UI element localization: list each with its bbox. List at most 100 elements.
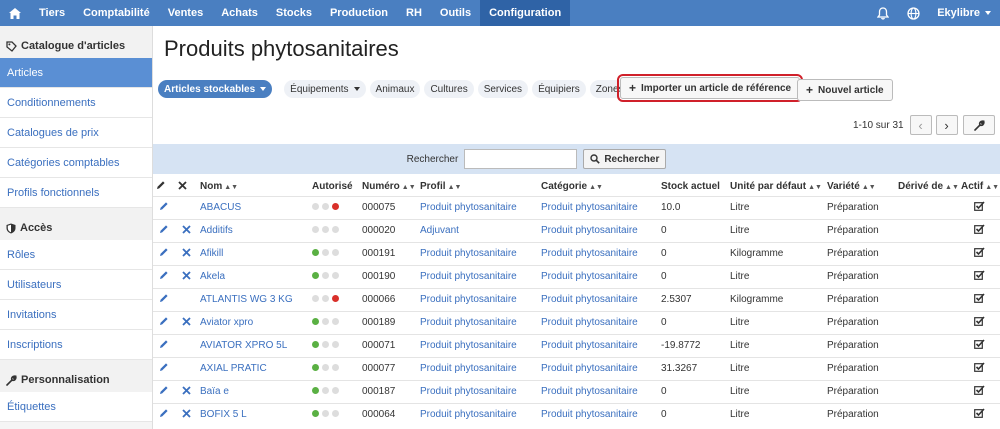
edit-button[interactable]	[153, 195, 175, 219]
nav-item-configuration[interactable]: Configuration	[480, 0, 571, 26]
nav-item-outils[interactable]: Outils	[431, 0, 480, 26]
delete-icon[interactable]	[181, 270, 191, 283]
article-name-link[interactable]: Additifs	[197, 218, 309, 242]
delete-icon[interactable]	[181, 409, 191, 421]
globe-icon[interactable]	[898, 0, 928, 26]
delete-icon[interactable]	[181, 385, 191, 398]
user-menu[interactable]: Ekylibre	[928, 0, 1000, 26]
article-name-link[interactable]: BOFIX 5 L	[197, 402, 309, 426]
category-link[interactable]: Produit phytosanitaire	[538, 333, 658, 357]
filter-equipiers[interactable]: Équipiers	[532, 80, 586, 98]
article-name-link[interactable]: Afikill	[197, 241, 309, 265]
filter-equipements[interactable]: Équipements	[284, 80, 366, 98]
delete-icon[interactable]	[181, 224, 191, 237]
column-header-nom[interactable]: Nom ▲▼	[197, 178, 309, 196]
delete-cell[interactable]	[175, 379, 197, 403]
sidebar-item-articles[interactable]: Articles	[0, 58, 152, 88]
nav-item-comptabilite[interactable]: Comptabilité	[74, 0, 159, 26]
filter-cultures[interactable]: Cultures	[424, 80, 474, 98]
edit-button[interactable]	[153, 356, 175, 380]
article-name-link[interactable]: Baïa e	[197, 379, 309, 403]
filter-services[interactable]: Services	[477, 80, 529, 98]
filter-label: Articles stockables	[164, 83, 256, 95]
column-header-label: Dérivé de	[898, 181, 944, 193]
category-link[interactable]: Produit phytosanitaire	[538, 310, 658, 334]
category-link[interactable]: Produit phytosanitaire	[538, 218, 658, 242]
previous-page-button[interactable]: ‹	[909, 115, 932, 135]
delete-cell[interactable]	[175, 264, 197, 288]
sidebar-item-profils-fonctionnels[interactable]: Profils fonctionnels	[0, 178, 152, 208]
edit-button[interactable]	[153, 310, 175, 334]
status-dot	[322, 318, 329, 325]
article-name-link[interactable]: ATLANTIS WG 3 KG	[197, 287, 309, 311]
sidebar-item-etiquettes[interactable]: Étiquettes	[0, 392, 152, 422]
delete-icon[interactable]	[181, 247, 191, 260]
delete-cell[interactable]	[175, 218, 197, 242]
bell-icon[interactable]	[868, 0, 898, 26]
profile-link[interactable]: Produit phytosanitaire	[417, 310, 538, 334]
nav-item-ventes[interactable]: Ventes	[159, 0, 212, 26]
article-name-link[interactable]: Akela	[197, 264, 309, 288]
filter-articles-stockables[interactable]: Articles stockables	[158, 80, 273, 98]
filter-animaux[interactable]: Animaux	[369, 80, 421, 98]
profile-link[interactable]: Produit phytosanitaire	[417, 241, 538, 265]
category-link[interactable]: Produit phytosanitaire	[538, 241, 658, 265]
sidebar-item-catalogues-de-prix[interactable]: Catalogues de prix	[0, 118, 152, 148]
column-header-variete[interactable]: Variété ▲▼	[824, 178, 895, 196]
category-link[interactable]: Produit phytosanitaire	[538, 264, 658, 288]
edit-button[interactable]	[153, 218, 175, 242]
sidebar-item-inscriptions[interactable]: Inscriptions	[0, 330, 152, 360]
nav-item-stocks[interactable]: Stocks	[267, 0, 321, 26]
edit-button[interactable]	[153, 287, 175, 311]
nav-item-achats[interactable]: Achats	[212, 0, 267, 26]
pagination: 1-10 sur 31 ‹ ›	[853, 115, 958, 135]
article-name-link[interactable]: Aviator xpro	[197, 310, 309, 334]
nav-item-tiers[interactable]: Tiers	[30, 0, 74, 26]
edit-button[interactable]	[153, 264, 175, 288]
category-link[interactable]: Produit phytosanitaire	[538, 402, 658, 426]
profile-link[interactable]: Adjuvant	[417, 218, 538, 242]
profile-link[interactable]: Produit phytosanitaire	[417, 287, 538, 311]
search-button[interactable]: Rechercher	[583, 149, 667, 169]
next-page-button[interactable]: ›	[935, 115, 958, 135]
new-article-button[interactable]: + Nouvel article	[797, 79, 893, 101]
profile-link[interactable]: Produit phytosanitaire	[417, 402, 538, 426]
edit-button[interactable]	[153, 379, 175, 403]
column-header-profil[interactable]: Profil ▲▼	[417, 178, 538, 196]
article-name-link[interactable]: AVIATOR XPRO 5L	[197, 333, 309, 357]
edit-button[interactable]	[153, 333, 175, 357]
search-input[interactable]	[464, 149, 578, 169]
delete-cell[interactable]	[175, 402, 197, 426]
nav-item-rh[interactable]: RH	[397, 0, 431, 26]
nav-item-production[interactable]: Production	[321, 0, 397, 26]
profile-link[interactable]: Produit phytosanitaire	[417, 356, 538, 380]
sidebar-item-roles[interactable]: Rôles	[0, 240, 152, 270]
sidebar-item-categories-comptables[interactable]: Catégories comptables	[0, 148, 152, 178]
category-link[interactable]: Produit phytosanitaire	[538, 379, 658, 403]
home-icon[interactable]	[0, 0, 30, 26]
import-reference-article-button[interactable]: + Importer un article de référence	[616, 74, 804, 102]
column-header-actif[interactable]: Actif ▲▼	[958, 178, 1000, 196]
column-header-unite[interactable]: Unité par défaut ▲▼	[727, 178, 824, 196]
category-link[interactable]: Produit phytosanitaire	[538, 356, 658, 380]
edit-button[interactable]	[153, 241, 175, 265]
sidebar-item-utilisateurs[interactable]: Utilisateurs	[0, 270, 152, 300]
sidebar-item-conditionnements[interactable]: Conditionnements	[0, 88, 152, 118]
edit-button[interactable]	[153, 402, 175, 426]
column-header-categorie[interactable]: Catégorie ▲▼	[538, 178, 658, 196]
profile-link[interactable]: Produit phytosanitaire	[417, 379, 538, 403]
delete-cell[interactable]	[175, 241, 197, 265]
category-link[interactable]: Produit phytosanitaire	[538, 195, 658, 219]
article-name-link[interactable]: ABACUS	[197, 195, 309, 219]
sidebar-item-invitations[interactable]: Invitations	[0, 300, 152, 330]
category-link[interactable]: Produit phytosanitaire	[538, 287, 658, 311]
column-header-numero[interactable]: Numéro ▲▼	[359, 178, 417, 196]
profile-link[interactable]: Produit phytosanitaire	[417, 195, 538, 219]
delete-cell[interactable]	[175, 310, 197, 334]
column-header-derive[interactable]: Dérivé de ▲▼	[895, 178, 959, 196]
table-settings-button[interactable]	[963, 115, 995, 135]
profile-link[interactable]: Produit phytosanitaire	[417, 333, 538, 357]
delete-icon[interactable]	[181, 316, 191, 329]
profile-link[interactable]: Produit phytosanitaire	[417, 264, 538, 288]
article-name-link[interactable]: AXIAL PRATIC	[197, 356, 309, 380]
